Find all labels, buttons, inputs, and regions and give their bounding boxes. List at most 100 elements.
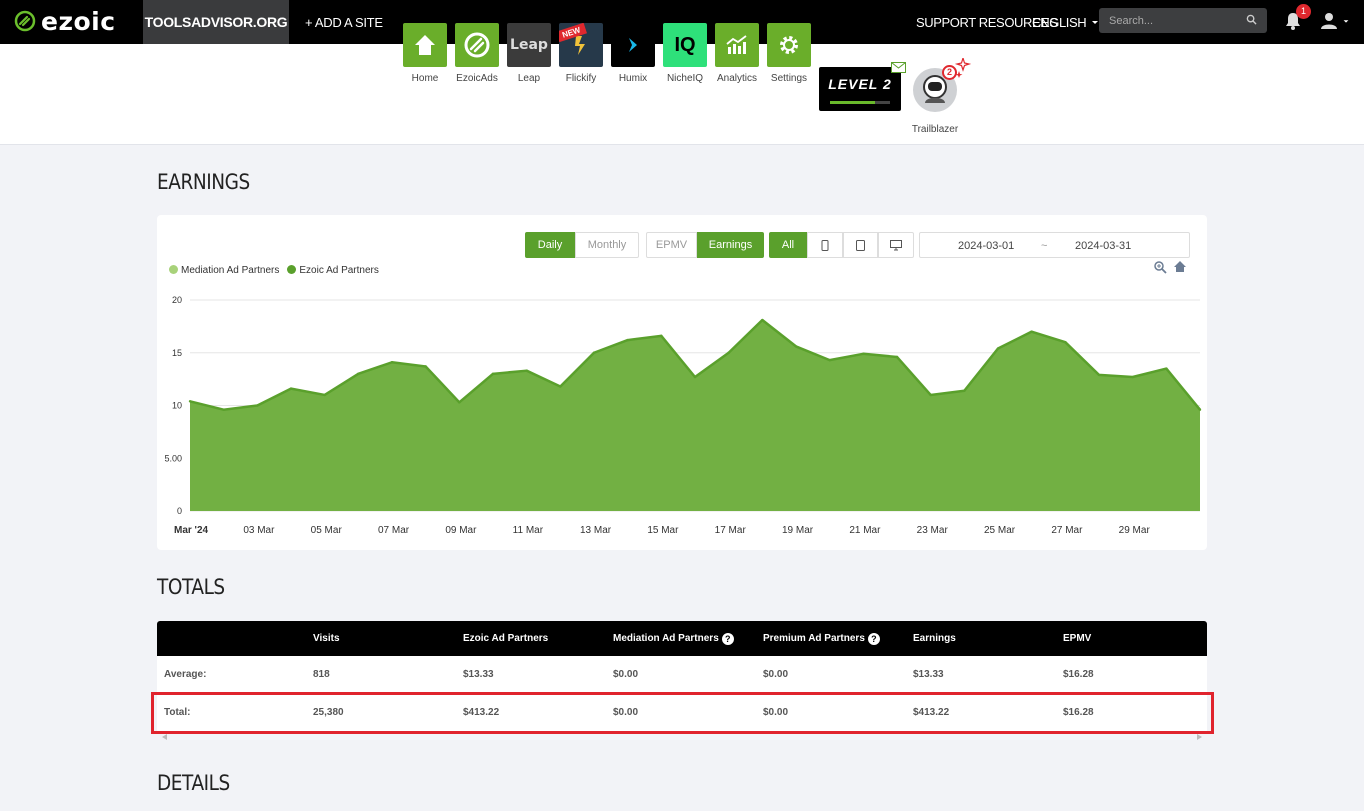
y-tick-label: 0	[177, 506, 182, 516]
y-tick-label: 15	[172, 348, 182, 358]
legend-item-mediation[interactable]: Mediation Ad Partners	[169, 265, 279, 276]
data-point	[794, 345, 798, 348]
app-nicheiq[interactable]: IQ NicheIQ	[662, 23, 708, 84]
x-tick-label: 05 Mar	[311, 525, 343, 536]
data-point	[963, 389, 966, 392]
device-mobile-toggle[interactable]	[807, 232, 843, 258]
caret-down-icon	[1343, 20, 1349, 23]
earnings-chart: 0 5.00 10 15 20 Mar '24 03 Mar 05 Mar 07 Mar 09 M…	[164, 295, 1202, 536]
scroll-right-icon[interactable]	[1196, 734, 1202, 740]
x-tick-label: 13 Mar	[580, 525, 612, 536]
epmv-toggle[interactable]: EPMV	[646, 232, 697, 258]
level-badge[interactable]: LEVEL 2	[819, 67, 901, 111]
app-analytics[interactable]: Analytics	[714, 23, 760, 84]
humix-tile	[611, 23, 655, 67]
earnings-toggle[interactable]: Earnings	[697, 232, 764, 258]
zoom-in-icon[interactable]	[1154, 261, 1167, 274]
flickify-tile: NEW	[559, 23, 603, 67]
mail-icon[interactable]	[891, 62, 906, 73]
ezoicads-icon	[464, 32, 490, 58]
legend-item-ezoic[interactable]: Ezoic Ad Partners	[287, 265, 379, 276]
data-point	[1198, 408, 1202, 411]
column-header-label: Mediation Ad Partners	[613, 633, 719, 644]
x-tick-label: 19 Mar	[782, 525, 814, 536]
data-point	[1165, 367, 1168, 370]
level-progress-bar	[830, 101, 890, 104]
data-point	[256, 404, 259, 407]
x-tick-label: 27 Mar	[1051, 525, 1083, 536]
app-settings[interactable]: Settings	[766, 23, 812, 84]
table-cell: $16.28	[1063, 669, 1094, 680]
app-ezoicads[interactable]: EzoicAds	[454, 23, 500, 84]
data-point	[862, 352, 865, 356]
level-progress-fill	[830, 101, 875, 104]
search-input[interactable]	[1099, 8, 1239, 33]
data-point	[727, 351, 730, 354]
total-row-highlight	[151, 692, 1214, 734]
y-tick-label: 10	[172, 401, 182, 411]
language-dropdown[interactable]: ENGLISH	[1032, 0, 1100, 44]
column-header-label: Premium Ad Partners	[763, 633, 865, 644]
trailblazer-label: Trailblazer	[911, 124, 959, 135]
table-row: Average: 818 $13.33 $0.00 $0.00 $13.33 $…	[157, 656, 1207, 694]
help-icon[interactable]: ?	[867, 632, 880, 645]
device-desktop-toggle[interactable]	[878, 232, 914, 258]
home-reset-icon[interactable]	[1173, 260, 1187, 273]
column-header-epmv: EPMV	[1063, 633, 1092, 644]
help-icon[interactable]: ?	[721, 632, 734, 645]
data-point	[458, 401, 461, 404]
totals-title: TOTALS	[157, 575, 225, 599]
ezoic-logo[interactable]: ezoic	[14, 7, 116, 36]
legend-dot	[287, 265, 297, 274]
sparkle-icon	[955, 58, 971, 78]
data-point	[761, 318, 764, 322]
x-tick-label: 03 Mar	[243, 525, 275, 536]
daily-toggle[interactable]: Daily	[525, 232, 575, 258]
add-site-link[interactable]: + ADD A SITE	[305, 0, 383, 44]
y-tick-label: 20	[172, 295, 182, 305]
app-flickify[interactable]: NEW Flickify	[558, 23, 604, 84]
date-from: 2024-03-01	[958, 240, 1015, 252]
search-icon[interactable]	[1246, 14, 1257, 25]
data-point	[592, 351, 596, 354]
date-range-picker[interactable]: 2024-03-01 ~ 2024-03-31	[919, 232, 1190, 258]
column-header-premium: Premium Ad Partners?	[763, 621, 880, 656]
app-home[interactable]: Home	[402, 23, 448, 84]
scroll-left-icon[interactable]	[162, 734, 168, 740]
x-tick-label: 07 Mar	[378, 525, 410, 536]
data-point	[491, 372, 495, 376]
home-tile	[403, 23, 447, 67]
home-icon	[415, 35, 435, 55]
app-label: Home	[411, 73, 439, 84]
app-label: EzoicAds	[456, 73, 498, 84]
data-point	[660, 334, 663, 338]
table-cell: $0.00	[613, 669, 639, 680]
chart-legend: Mediation Ad Partners Ezoic Ad Partners	[169, 265, 379, 276]
monthly-toggle[interactable]: Monthly	[575, 232, 639, 258]
app-label: Settings	[770, 73, 808, 84]
app-leap[interactable]: Leap Leap	[506, 23, 552, 84]
site-selector[interactable]: TOOLSADVISOR.ORG	[143, 0, 289, 44]
gear-icon	[780, 36, 798, 54]
app-label: Humix	[618, 73, 648, 84]
data-point	[1131, 375, 1134, 379]
data-point	[1097, 373, 1101, 377]
level-text: LEVEL 2	[828, 76, 892, 92]
app-label: Analytics	[716, 73, 757, 84]
notification-badge: 1	[1296, 4, 1311, 19]
device-all-toggle[interactable]: All	[769, 232, 807, 258]
nicheiq-tile: IQ	[663, 23, 707, 67]
user-menu[interactable]	[1320, 12, 1350, 30]
tablet-icon	[856, 239, 865, 251]
app-humix[interactable]: Humix	[610, 23, 656, 84]
device-tablet-toggle[interactable]	[843, 232, 878, 258]
x-tick-label: 15 Mar	[647, 525, 679, 536]
series-area-ezoic	[190, 320, 1200, 511]
data-point	[1064, 341, 1067, 344]
legend-label: Mediation Ad Partners	[181, 265, 280, 276]
data-point	[1030, 330, 1033, 333]
x-tick-label: 17 Mar	[715, 525, 747, 536]
column-header-earnings: Earnings	[913, 633, 956, 644]
row-label: Average:	[164, 669, 207, 680]
column-header-mediation: Mediation Ad Partners?	[613, 621, 734, 656]
